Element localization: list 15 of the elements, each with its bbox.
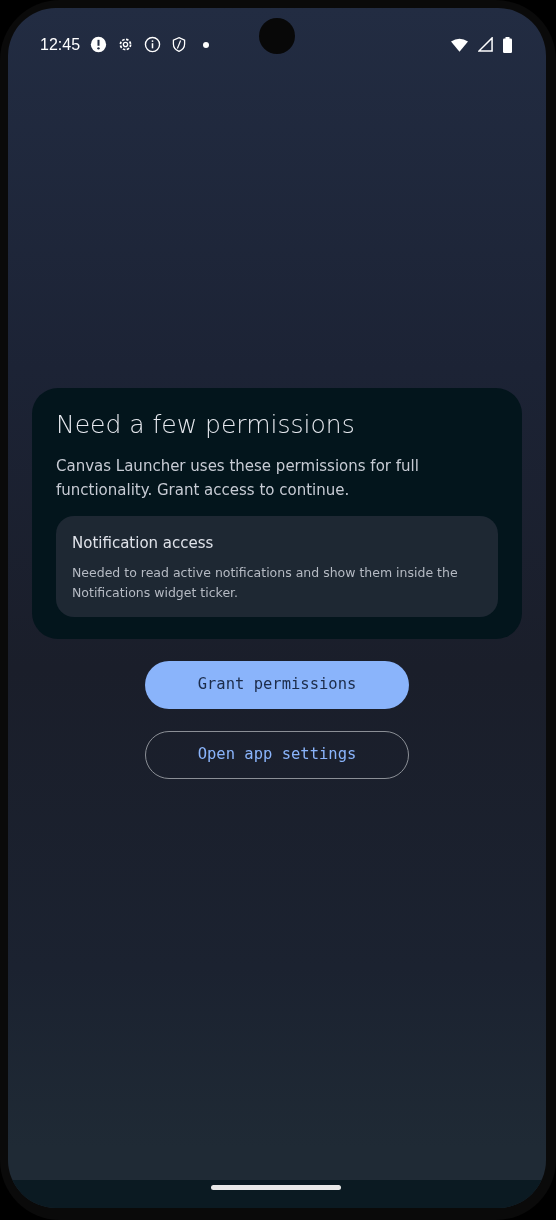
permission-description: Needed to read active notifications and show them inside the Notifications widget ticker. (72, 563, 459, 602)
battery-icon (503, 36, 512, 53)
permission-name: Notification access (72, 533, 215, 554)
status-time: 12:45 (40, 34, 81, 55)
dialog-message: Canvas Launcher uses these permissions for full functionality. Grant access to continue. (56, 456, 420, 501)
info-icon (144, 36, 162, 53)
dialog-title: Need a few permissions (56, 410, 356, 440)
dot-icon (203, 41, 210, 48)
shield-icon (171, 36, 188, 53)
camera-cutout (259, 18, 295, 54)
grant-permissions-button[interactable]: Grant permissions (145, 660, 409, 709)
wifi-icon (451, 37, 468, 52)
signal-icon (478, 37, 493, 52)
home-indicator[interactable] (211, 1185, 341, 1190)
alert-icon (90, 36, 108, 53)
